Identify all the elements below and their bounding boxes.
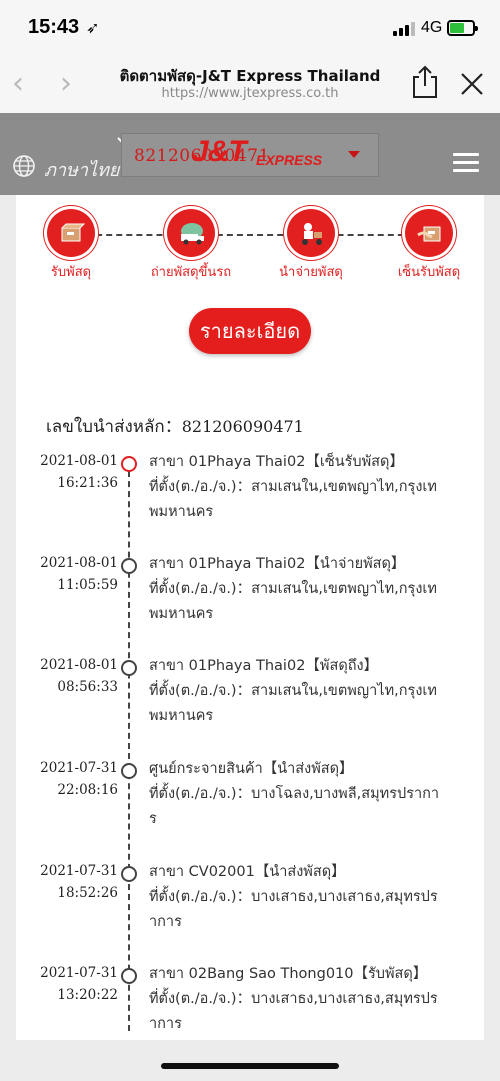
event-timestamp: 2021-08-01 08:56:33: [26, 654, 118, 698]
event-status: สาขา 01Phaya Thai02【เซ็นรับพัสดุ】: [149, 454, 404, 470]
share-icon[interactable]: [410, 64, 440, 100]
close-icon[interactable]: [458, 70, 486, 98]
event-timestamp: 2021-07-31 13:20:22: [26, 962, 118, 1006]
logo-sub: EXPRESS: [256, 152, 323, 168]
event-details: สาขา 02Bang Sao Thong010【รับพัสดุ】 ที่ตั…: [149, 962, 467, 1037]
step-pickup: รับพัสดุ: [21, 209, 121, 281]
event-date: 2021-07-31: [40, 965, 118, 981]
step-label-truck: ถ่ายพัสดุขึ้นรถ: [150, 265, 232, 280]
timeline-dot: [121, 968, 137, 984]
event-details: ศูนย์กระจายสินค้า【นำส่งพัสดุ】 ที่ตั้ง(ต.…: [149, 757, 467, 832]
main-waybill-number: 821206090471: [181, 417, 304, 436]
location-arrow-icon: ➶: [86, 18, 100, 37]
timeline-connector: [128, 471, 130, 1031]
main-waybill-label: เลขใบนำส่งหลัก：: [46, 417, 182, 437]
event-location-cont: าการ: [149, 1016, 182, 1032]
signed-icon: [405, 209, 453, 257]
logo-brand: J&T: [192, 135, 247, 168]
event-time: 08:56:33: [57, 679, 118, 695]
event-details: สาขา 01Phaya Thai02【นำจ่ายพัสดุ】 ที่ตั้ง…: [149, 552, 467, 627]
timeline-dot: [121, 558, 137, 574]
event-location-cont: าการ: [149, 914, 182, 930]
status-bar: 15:43 ➶ 4G: [0, 0, 500, 58]
event-location-cont: พมหานคร: [149, 606, 214, 622]
page-url[interactable]: https://www.jtexpress.co.th: [100, 86, 400, 101]
step-delivery: นำจ่ายพัสดุ: [261, 209, 361, 281]
event-date: 2021-08-01: [40, 555, 118, 571]
truck-icon: [167, 209, 215, 257]
event-location-cont: พมหานคร: [149, 504, 214, 520]
globe-icon[interactable]: [12, 154, 36, 178]
tracking-card: รับพัสดุ ถ่ายพัสดุขึ้นรถ นำจ่ายพัสดุ เซ็…: [16, 195, 484, 1040]
jt-express-logo: J&T EXPRESS: [192, 135, 322, 171]
timeline-dot-active: [121, 456, 137, 472]
event-time: 22:08:16: [57, 782, 118, 798]
event-date: 2021-07-31: [40, 760, 118, 776]
page-title: ติดตามพัสดุ-J&T Express Thailand: [119, 67, 381, 85]
event-details: สาขา 01Phaya Thai02【เซ็นรับพัสดุ】 ที่ตั้…: [149, 450, 467, 525]
hamburger-menu-icon[interactable]: [453, 153, 479, 173]
event-details: สาขา CV02001【นำส่งพัสดุ】 ที่ตั้ง(ต./อ./จ…: [149, 860, 467, 935]
step-label-signed: เซ็นรับพัสดุ: [397, 265, 461, 280]
language-selector[interactable]: ภาษาไทย: [44, 155, 119, 184]
event-location: ที่ตั้ง(ต./อ./จ.)：สามเสนใน,เขตพญาไท,กรุง…: [149, 581, 437, 597]
signal-icon: [393, 22, 417, 36]
event-location: ที่ตั้ง(ต./อ./จ.)：บางโฉลง,บางพลี,สมุทรปร…: [149, 786, 440, 802]
event-timestamp: 2021-07-31 22:08:16: [26, 757, 118, 801]
step-label-pickup: รับพัสดุ: [50, 265, 92, 280]
event-time: 18:52:26: [57, 885, 118, 901]
back-arrow-icon[interactable]: ‹: [12, 66, 24, 101]
pickup-icon: [47, 209, 95, 257]
event-status: ศูนย์กระจายสินค้า【นำส่งพัสดุ】: [149, 761, 354, 777]
event-details: สาขา 01Phaya Thai02【พัสดุถึง】 ที่ตั้ง(ต.…: [149, 654, 467, 729]
progress-steps: รับพัสดุ ถ่ายพัสดุขึ้นรถ นำจ่ายพัสดุ เซ็…: [16, 195, 484, 305]
details-button[interactable]: รายละเอียด: [189, 308, 311, 354]
event-location-cont: พมหานคร: [149, 708, 214, 724]
event-status: สาขา 01Phaya Thai02【พัสดุถึง】: [149, 658, 379, 674]
event-status: สาขา 02Bang Sao Thong010【รับพัสดุ】: [149, 966, 428, 982]
browser-bar: ‹ › ติดตามพัสดุ-J&T Express Thailand htt…: [0, 58, 500, 113]
event-location-cont: ร: [149, 811, 157, 827]
site-header: ภาษาไทย 821206090471 J&T EXPRESS: [0, 113, 500, 195]
event-date: 2021-08-01: [40, 657, 118, 673]
event-status: สาขา CV02001【นำส่งพัสดุ】: [149, 864, 346, 880]
event-date: 2021-08-01: [40, 453, 118, 469]
event-timestamp: 2021-08-01 16:21:36: [26, 450, 118, 494]
event-location: ที่ตั้ง(ต./อ./จ.)：สามเสนใน,เขตพญาไท,กรุง…: [149, 479, 437, 495]
event-location: ที่ตั้ง(ต./อ./จ.)：บางเสาธง,บางเสาธง,สมุท…: [149, 991, 438, 1007]
forward-arrow-icon[interactable]: ›: [60, 66, 72, 101]
event-time: 13:20:22: [57, 987, 118, 1003]
step-truck: ถ่ายพัสดุขึ้นรถ: [141, 209, 241, 281]
event-location: ที่ตั้ง(ต./อ./จ.)：บางเสาธง,บางเสาธง,สมุท…: [149, 889, 438, 905]
event-status: สาขา 01Phaya Thai02【นำจ่ายพัสดุ】: [149, 556, 406, 572]
main-waybill: เลขใบนำส่งหลัก：821206090471: [46, 412, 304, 440]
status-time: 15:43: [28, 16, 80, 38]
battery-icon: [447, 20, 478, 36]
event-date: 2021-07-31: [40, 863, 118, 879]
home-indicator[interactable]: [161, 1063, 339, 1069]
event-time: 16:21:36: [57, 475, 118, 491]
delivery-icon: [287, 209, 335, 257]
timeline-dot: [121, 866, 137, 882]
event-timestamp: 2021-07-31 18:52:26: [26, 860, 118, 904]
network-type: 4G: [421, 19, 443, 36]
event-time: 11:05:59: [57, 577, 118, 593]
timeline-dot: [121, 763, 137, 779]
event-location: ที่ตั้ง(ต./อ./จ.)：สามเสนใน,เขตพญาไท,กรุง…: [149, 683, 437, 699]
steps-connector: [76, 234, 424, 236]
step-signed: เซ็นรับพัสดุ: [379, 209, 479, 281]
step-label-delivery: นำจ่ายพัสดุ: [279, 265, 343, 280]
timeline-dot: [121, 660, 137, 676]
dropdown-arrow-icon: [348, 151, 360, 158]
event-timestamp: 2021-08-01 11:05:59: [26, 552, 118, 596]
